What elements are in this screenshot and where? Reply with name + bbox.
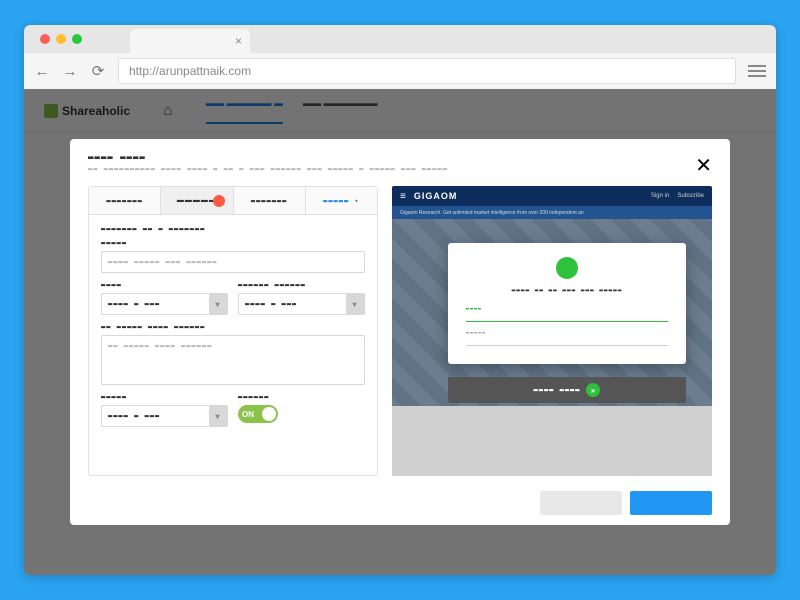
panel-tab-3[interactable]: ▬▬▬▬▬▬▬ [234,187,306,214]
preview-form-card: ▬▬▬▬ ▬▬ ▬▬ ▬▬▬ ▬▬▬ ▬▬▬▬▬ ▬▬▬▬ ▬▬▬▬▬ [448,243,686,364]
text-input[interactable]: ▬▬▬▬ ▬▬▬▬▬ ▬▬▬ ▬▬▬▬▬▬ [101,251,365,273]
modal-title: ▬▬▬▬ ▬▬▬▬ [88,153,695,163]
field-label: ▬▬▬▬▬ [101,393,228,401]
close-icon[interactable]: ✕ [695,153,712,178]
textarea-input[interactable]: ▬▬ ▬▬▬▬▬ ▬▬▬▬ ▬▬▬▬▬▬ [101,335,365,385]
preview-input-active[interactable]: ▬▬▬▬ [466,306,668,322]
select-input[interactable]: ▬▬▬▬ ▬ ▬▬▬▾ [238,293,365,315]
field-label: ▬▬▬▬▬▬ ▬▬▬▬▬▬ [238,281,365,289]
forward-icon[interactable]: → [62,63,78,80]
chevron-down-icon: ▾ [346,294,364,314]
modal-subtitle: ▬▬ ▬▬▬▬▬▬▬▬▬▬ ▬▬▬▬ ▬▬▬▬ ▬ ▬▬ ▬ ▬▬▬ ▬▬▬▬▬… [88,165,695,173]
menu-icon[interactable] [748,65,766,77]
back-icon[interactable]: ← [34,63,50,80]
go-icon[interactable]: » [586,383,600,397]
save-button[interactable] [630,491,712,515]
notification-dot-icon [213,195,225,207]
panel-tab-1[interactable]: ▬▬▬▬▬▬▬ [89,187,161,214]
field-label: ▬▬▬▬▬▬ [238,393,365,401]
select-input[interactable]: ▬▬▬▬ ▬ ▬▬▬▾ [101,405,228,427]
subscribe-link[interactable]: Subscribe [677,193,704,199]
tab-close-icon[interactable]: × [235,34,242,48]
cancel-button[interactable] [540,491,622,515]
preview-footer: ▬▬▬▬ ▬▬▬▬ » [448,377,686,403]
section-label: ▬▬▬▬▬▬▬ ▬▬ ▬ ▬▬▬▬▬▬▬ [101,225,365,233]
close-window-icon[interactable] [40,34,50,44]
chevron-down-icon: ▾ [209,294,227,314]
panel-tab-4[interactable]: ▬▬▬▬▬ ▾ [306,187,377,214]
browser-window: × ← → ⟳ http://arunpattnaik.com Shareaho… [24,25,776,575]
modal-overlay: ▬▬▬▬ ▬▬▬▬ ▬▬ ▬▬▬▬▬▬▬▬▬▬ ▬▬▬▬ ▬▬▬▬ ▬ ▬▬ ▬… [24,89,776,575]
field-label: ▬▬▬▬▬ [101,239,365,247]
minimize-window-icon[interactable] [56,34,66,44]
field-label: ▬▬ ▬▬▬▬▬ ▬▬▬▬ ▬▬▬▬▬▬ [101,323,365,331]
avatar-icon [556,257,578,279]
panel-tab-2[interactable]: ▬▬▬▬▬ [161,187,233,214]
toggle-knob-icon [262,407,276,421]
reload-icon[interactable]: ⟳ [90,62,106,80]
toggle-switch[interactable]: ON [238,405,278,423]
preview-panel: ≡ GIGAOM Sign in Subscribe Gigaom Resear… [392,186,712,476]
select-input[interactable]: ▬▬▬▬ ▬ ▬▬▬▾ [101,293,228,315]
browser-tab[interactable]: × [130,29,250,53]
hamburger-icon[interactable]: ≡ [400,191,406,202]
preview-card-title: ▬▬▬▬ ▬▬ ▬▬ ▬▬▬ ▬▬▬ ▬▬▬▬▬ [466,287,668,294]
preview-banner: Gigaom Research. Get unlimited market in… [392,206,712,219]
address-bar[interactable]: http://arunpattnaik.com [118,58,736,84]
form-panel: ▬▬▬▬▬▬▬ ▬▬▬▬▬ ▬▬▬▬▬▬▬ ▬▬▬▬▬ ▾ ▬▬▬▬▬▬▬ ▬▬… [88,186,378,476]
chevron-down-icon: ▾ [209,406,227,426]
signin-link[interactable]: Sign in [651,193,669,199]
preview-logo: GIGAOM [414,191,458,201]
field-label: ▬▬▬▬ [101,281,228,289]
preview-input[interactable]: ▬▬▬▬▬ [466,330,668,346]
maximize-window-icon[interactable] [72,34,82,44]
browser-chrome: × ← → ⟳ http://arunpattnaik.com [24,25,776,89]
settings-modal: ▬▬▬▬ ▬▬▬▬ ▬▬ ▬▬▬▬▬▬▬▬▬▬ ▬▬▬▬ ▬▬▬▬ ▬ ▬▬ ▬… [70,139,730,525]
window-controls [32,25,90,53]
